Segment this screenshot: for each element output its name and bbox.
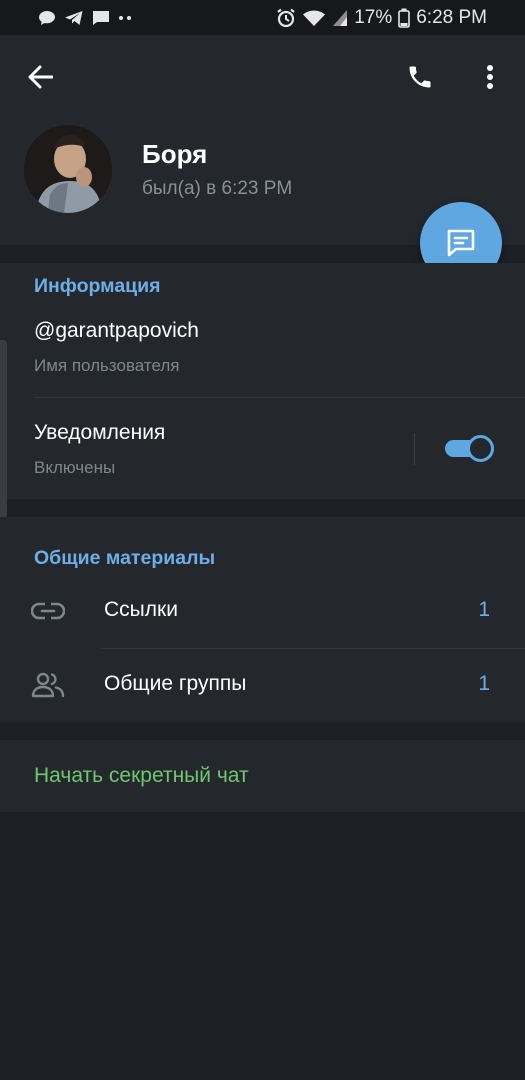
toggle-knob <box>467 435 494 462</box>
common-groups-label: Общие группы <box>104 672 247 695</box>
username-row[interactable]: @garantpapovich Имя пользователя <box>0 307 525 397</box>
back-button[interactable] <box>24 61 56 93</box>
battery-percent: 17% <box>354 6 393 28</box>
username-label: Имя пользователя <box>34 356 180 375</box>
notifications-label: Уведомления <box>34 421 166 444</box>
notifications-toggle[interactable] <box>445 435 495 462</box>
chat-message-icon <box>447 229 475 257</box>
last-seen-status: был(а) в 6:23 PM <box>142 178 293 199</box>
telegram-icon <box>64 10 84 26</box>
more-options-button[interactable] <box>474 59 506 95</box>
secret-chat-section: Начать секретный чат <box>0 740 525 812</box>
battery-icon <box>398 8 411 28</box>
start-secret-chat-button[interactable]: Начать секретный чат <box>34 764 249 788</box>
shared-links-label: Ссылки <box>104 598 178 621</box>
arrow-left-icon <box>28 65 53 89</box>
avatar[interactable] <box>24 125 112 213</box>
common-groups-count: 1 <box>478 672 490 695</box>
more-dots-icon <box>118 15 132 21</box>
username-value: @garantpapovich <box>34 319 199 342</box>
info-section: Информация @garantpapovich Имя пользоват… <box>0 263 525 499</box>
profile-name: Боря <box>142 139 208 169</box>
shared-media-section: Общие материалы Ссылки 1 Общие группы 1 <box>0 517 525 722</box>
link-icon <box>30 596 66 626</box>
more-vertical-icon <box>487 65 493 89</box>
notifications-state: Включены <box>34 458 116 477</box>
phone-icon <box>409 66 431 88</box>
status-bar-system: 17% 6:28 PM <box>276 7 487 29</box>
status-bar: 17% 6:28 PM <box>0 0 525 35</box>
info-section-title: Информация <box>34 275 161 297</box>
status-bar-notifications <box>38 10 132 26</box>
shared-media-title: Общие материалы <box>34 547 216 569</box>
shared-media-divider <box>100 648 525 649</box>
call-button[interactable] <box>402 59 438 95</box>
alarm-icon <box>276 8 296 28</box>
shared-links-count: 1 <box>478 598 490 621</box>
wifi-icon <box>302 9 326 27</box>
notifications-vertical-divider <box>414 433 415 465</box>
clock: 6:28 PM <box>416 6 487 28</box>
message-icon <box>92 10 110 26</box>
common-groups-row[interactable]: Общие группы 1 <box>0 650 525 722</box>
group-icon <box>30 670 66 700</box>
shared-links-row[interactable]: Ссылки 1 <box>0 576 525 648</box>
chat-bubble-icon <box>38 10 56 26</box>
signal-icon <box>332 9 348 27</box>
